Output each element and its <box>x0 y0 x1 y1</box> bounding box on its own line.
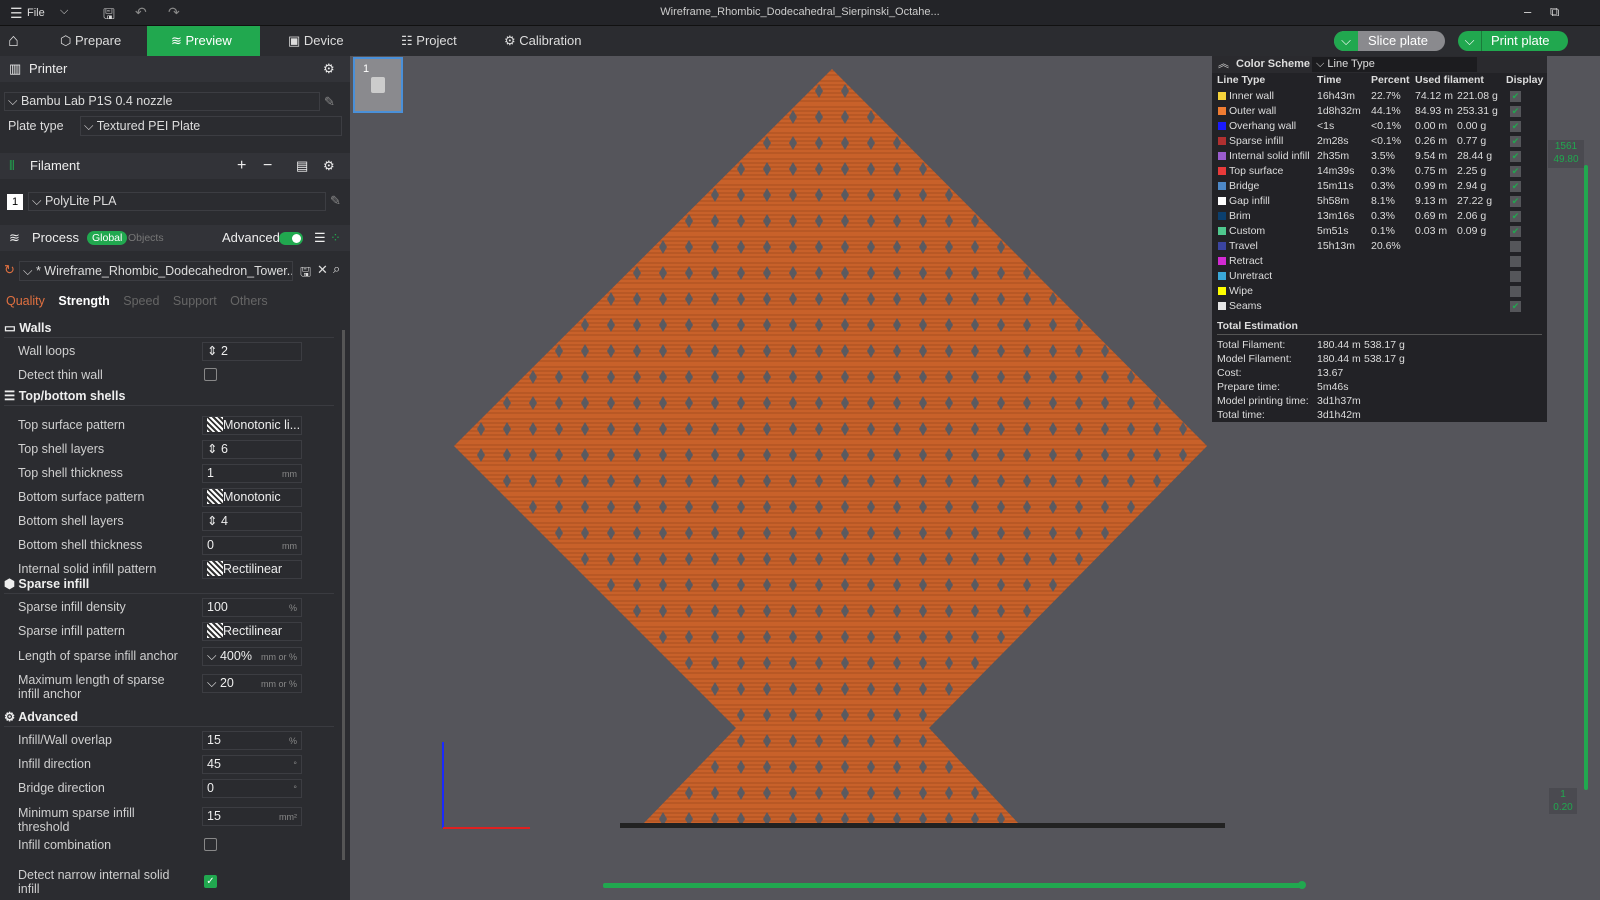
display-checkbox[interactable] <box>1510 286 1521 297</box>
display-checkbox[interactable]: ✔ <box>1510 106 1521 117</box>
display-checkbox[interactable]: ✔ <box>1510 121 1521 132</box>
horizontal-slider-thumb[interactable] <box>1298 881 1306 889</box>
horizontal-layer-slider[interactable] <box>603 883 1303 888</box>
display-checkbox[interactable]: ✔ <box>1510 196 1521 207</box>
color-swatch <box>1218 287 1226 295</box>
line-type-row: Seams ✔ <box>1212 299 1547 314</box>
line-type-row: Custom 5m51s 0.1% 0.03 m 0.09 g ✔ <box>1212 224 1547 239</box>
display-checkbox[interactable] <box>1510 241 1521 252</box>
color-scheme-panel: ︽ Color Scheme ⌵ Line Type Line Type Tim… <box>1212 56 1547 422</box>
line-type-row: Top surface 14m39s 0.3% 0.75 m 2.25 g ✔ <box>1212 164 1547 179</box>
display-checkbox[interactable]: ✔ <box>1510 166 1521 177</box>
total-row: Total time: 3d1h42m <box>1217 409 1361 421</box>
model-wireframe-tower[interactable] <box>454 69 1207 823</box>
color-swatch <box>1218 137 1226 145</box>
line-type-row: Internal solid infill 2h35m 3.5% 9.54 m … <box>1212 149 1547 164</box>
top-layer-label: 1561 49.80 <box>1548 140 1584 168</box>
line-type-row: Overhang wall <1s <0.1% 0.00 m 0.00 g ✔ <box>1212 119 1547 134</box>
vertical-layer-slider[interactable] <box>1584 165 1588 790</box>
color-swatch <box>1218 272 1226 280</box>
total-estimation-title: Total Estimation <box>1217 320 1542 335</box>
line-type-row: Sparse infill 2m28s <0.1% 0.26 m 0.77 g … <box>1212 134 1547 149</box>
color-scheme-header: ︽ Color Scheme ⌵ Line Type <box>1212 56 1547 73</box>
display-checkbox[interactable]: ✔ <box>1510 136 1521 147</box>
display-checkbox[interactable]: ✔ <box>1510 181 1521 192</box>
color-swatch <box>1218 197 1226 205</box>
line-type-row: Gap infill 5h58m 8.1% 9.13 m 27.22 g ✔ <box>1212 194 1547 209</box>
line-type-row: Bridge 15m11s 0.3% 0.99 m 2.94 g ✔ <box>1212 179 1547 194</box>
color-swatch <box>1218 212 1226 220</box>
collapse-icon[interactable]: ︽ <box>1218 56 1229 73</box>
color-swatch <box>1218 122 1226 130</box>
display-checkbox[interactable]: ✔ <box>1510 91 1521 102</box>
display-checkbox[interactable] <box>1510 271 1521 282</box>
display-checkbox[interactable]: ✔ <box>1510 211 1521 222</box>
build-plate-edge <box>620 823 1225 828</box>
color-swatch <box>1218 107 1226 115</box>
line-type-row: Inner wall 16h43m 22.7% 74.12 m 221.08 g… <box>1212 89 1547 104</box>
color-swatch <box>1218 257 1226 265</box>
line-type-row: Unretract <box>1212 269 1547 284</box>
color-swatch <box>1218 92 1226 100</box>
line-type-row: Outer wall 1d8h32m 44.1% 84.93 m 253.31 … <box>1212 104 1547 119</box>
total-row: Model printing time: 3d1h37m <box>1217 395 1361 407</box>
line-type-row: Brim 13m16s 0.3% 0.69 m 2.06 g ✔ <box>1212 209 1547 224</box>
display-checkbox[interactable] <box>1510 256 1521 267</box>
display-checkbox[interactable]: ✔ <box>1510 151 1521 162</box>
line-type-row: Retract <box>1212 254 1547 269</box>
display-checkbox[interactable]: ✔ <box>1510 301 1521 312</box>
color-swatch <box>1218 227 1226 235</box>
total-row: Prepare time: 5m46s <box>1217 381 1349 393</box>
line-type-row: Travel 15h13m 20.6% <box>1212 239 1547 254</box>
color-swatch <box>1218 152 1226 160</box>
table-header: Line Type Time Percent Used filament Dis… <box>1217 74 1544 86</box>
color-swatch <box>1218 242 1226 250</box>
total-row: Total Filament: 180.44 m 538.17 g <box>1217 339 1405 351</box>
color-swatch <box>1218 182 1226 190</box>
display-checkbox[interactable]: ✔ <box>1510 226 1521 237</box>
bottom-layer-label: 1 0.20 <box>1549 788 1577 814</box>
total-row: Model Filament: 180.44 m 538.17 g <box>1217 353 1405 365</box>
color-swatch <box>1218 302 1226 310</box>
total-row: Cost: 13.67 <box>1217 367 1344 379</box>
color-swatch <box>1218 167 1226 175</box>
color-scheme-select[interactable]: ⌵ Line Type <box>1312 57 1477 72</box>
line-type-row: Wipe <box>1212 284 1547 299</box>
